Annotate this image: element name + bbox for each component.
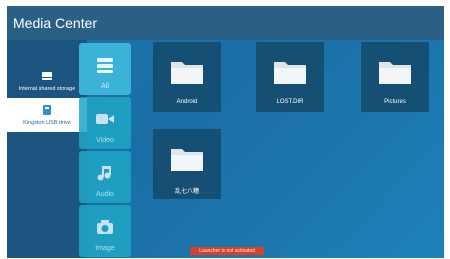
- folder-icon: [171, 62, 203, 84]
- folder-name: Android: [176, 99, 198, 105]
- usb-drive-icon: [43, 105, 51, 115]
- camera-icon: [97, 220, 113, 234]
- category-label: Image: [95, 245, 115, 252]
- hard-drive-icon: [42, 72, 52, 80]
- folder-icon: [379, 62, 411, 84]
- folder-tile[interactable]: Android: [153, 42, 221, 112]
- category-label: Audio: [96, 191, 114, 198]
- storage-item-label: Internal shared storage: [18, 86, 76, 92]
- category-video[interactable]: Video: [79, 97, 131, 149]
- category-label: All: [101, 83, 109, 90]
- folder-icon: [274, 62, 306, 84]
- app-title: Media Center: [13, 15, 98, 31]
- folder-icon: [171, 149, 203, 171]
- video-camera-icon: [96, 114, 114, 124]
- stack-icon: [97, 58, 113, 73]
- media-center-screen: Media Center Internal shared storage Kin…: [7, 6, 444, 258]
- category-audio[interactable]: Audio: [79, 151, 131, 203]
- category-label: Video: [96, 137, 114, 144]
- toast-message: Launcher is not activated: [190, 247, 264, 255]
- category-all[interactable]: All: [79, 43, 131, 95]
- storage-item-label: Kingston USB drive: [23, 120, 71, 126]
- folder-name: LOST.DIR: [276, 99, 304, 105]
- music-note-icon: [97, 166, 111, 181]
- storage-item-usb[interactable]: Kingston USB drive: [7, 98, 87, 132]
- category-panel: All Video Audio Image: [79, 40, 135, 258]
- folder-tile[interactable]: LOST.DIR: [256, 42, 324, 112]
- folder-tile[interactable]: Pictures: [361, 42, 429, 112]
- storage-panel: Internal shared storage Kingston USB dri…: [7, 40, 87, 258]
- storage-item-internal[interactable]: Internal shared storage: [7, 64, 87, 98]
- category-image[interactable]: Image: [79, 205, 131, 257]
- folder-name: Pictures: [384, 99, 406, 105]
- folder-tile[interactable]: 乱七八糟: [153, 129, 221, 199]
- folder-name: 乱七八糟: [174, 189, 199, 195]
- title-bar: Media Center: [7, 6, 444, 40]
